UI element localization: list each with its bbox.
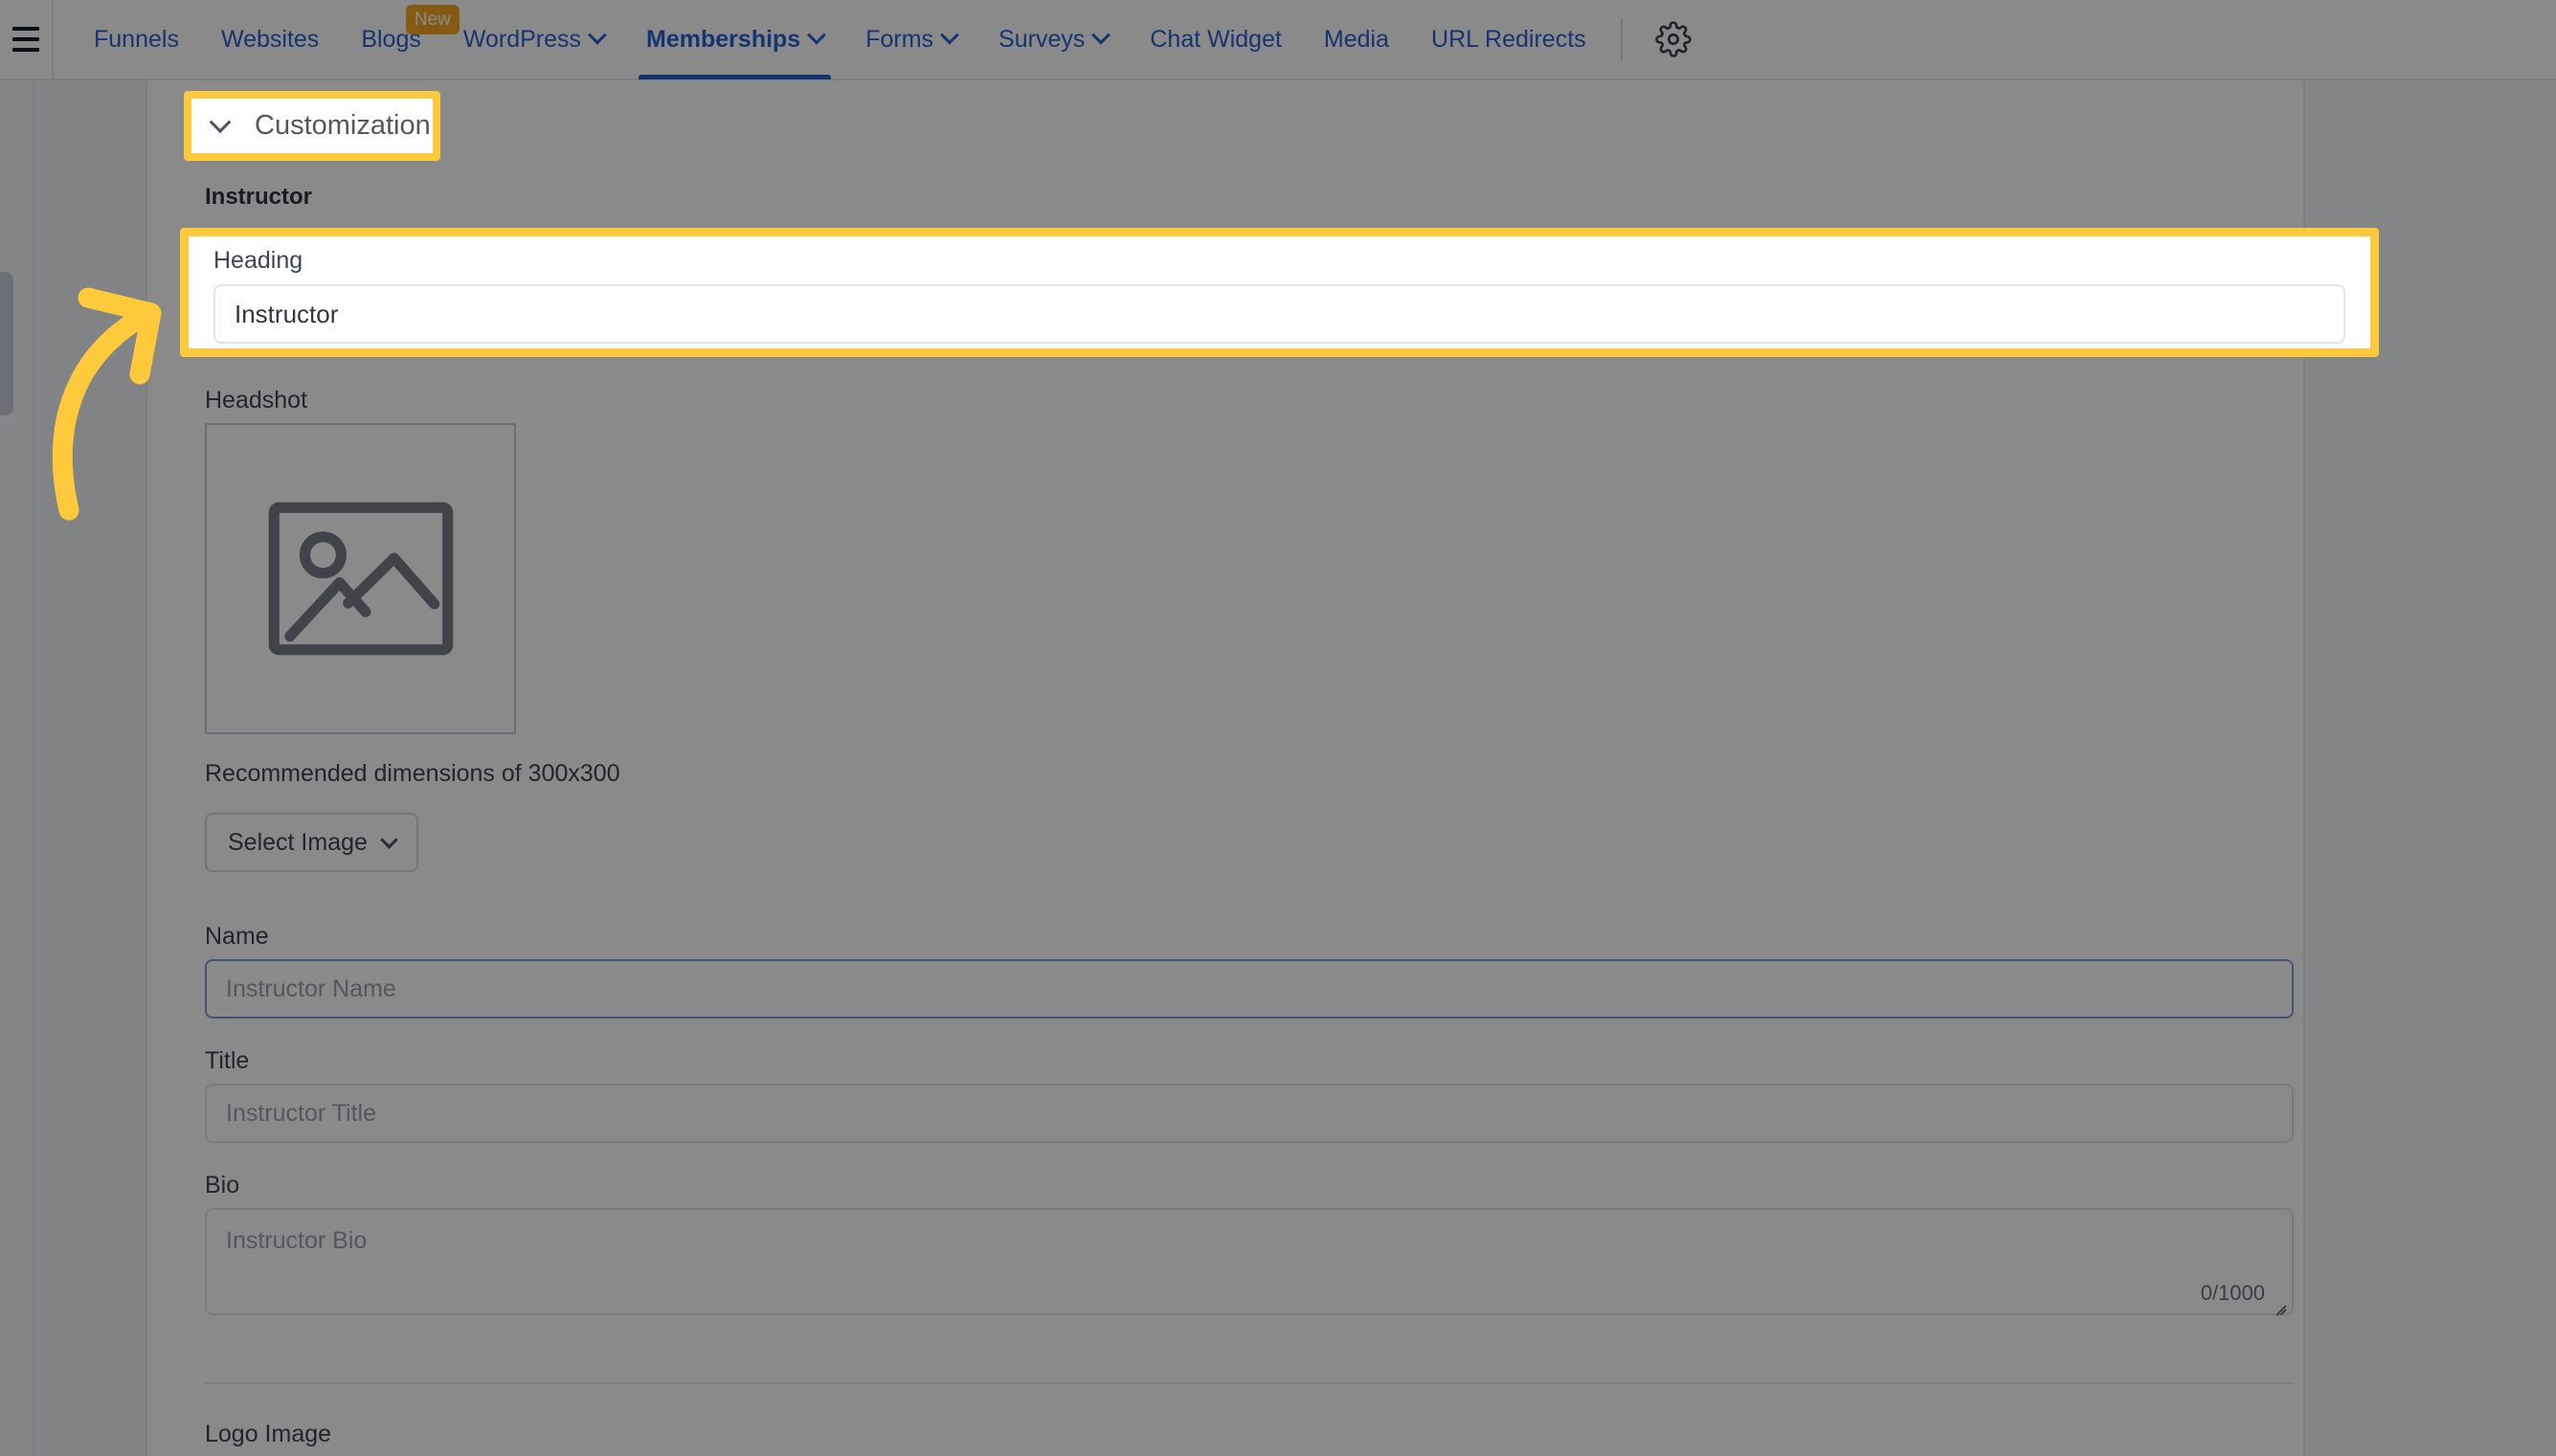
chevron-down-icon	[807, 25, 827, 45]
nav-item-chat-widget[interactable]: Chat Widget	[1129, 0, 1303, 79]
chevron-down-icon	[380, 830, 398, 849]
nav-item-label: Forms	[865, 25, 934, 53]
nav-item-label: Chat Widget	[1150, 25, 1282, 53]
select-image-label: Select Image	[228, 828, 368, 856]
name-input[interactable]: Instructor Name	[205, 959, 2294, 1019]
resize-handle-icon[interactable]	[2273, 1294, 2288, 1316]
page-title: Instructor	[205, 184, 313, 210]
nav-item-memberships[interactable]: Memberships	[625, 0, 844, 79]
nav-item-list: Funnels Websites Blogs New WordPress Mem…	[54, 0, 1701, 79]
chevron-down-icon	[1091, 25, 1111, 45]
bio-field-label: Bio	[205, 1172, 240, 1198]
customization-section-toggle-highlighted[interactable]: Customization	[191, 99, 433, 153]
nav-divider	[1620, 18, 1623, 60]
nav-item-wordpress[interactable]: WordPress	[442, 0, 625, 79]
editor-gutter	[34, 80, 147, 1456]
bio-char-counter: 0/1000	[2200, 1281, 2265, 1305]
name-field-label: Name	[205, 923, 269, 950]
nav-item-surveys[interactable]: Surveys	[977, 0, 1129, 79]
nav-item-label: URL Redirects	[1431, 25, 1586, 53]
nav-item-forms[interactable]: Forms	[844, 0, 977, 79]
headshot-label: Headshot	[205, 387, 308, 414]
nav-item-url-redirects[interactable]: URL Redirects	[1410, 0, 1607, 79]
nav-item-label: Memberships	[646, 25, 801, 53]
section-divider	[205, 1382, 2294, 1384]
nav-item-label: WordPress	[462, 25, 582, 53]
image-placeholder-icon	[268, 502, 453, 656]
title-field-label: Title	[205, 1047, 250, 1074]
chevron-down-icon	[588, 25, 607, 45]
bio-textarea[interactable]: Instructor Bio 0/1000	[205, 1208, 2294, 1316]
headshot-recommendation: Recommended dimensions of 300x300	[205, 760, 620, 787]
title-input[interactable]: Instructor Title	[205, 1084, 2294, 1143]
select-image-button[interactable]: Select Image	[205, 813, 418, 872]
bio-placeholder: Instructor Bio	[226, 1227, 368, 1254]
nav-item-label: Media	[1323, 25, 1390, 53]
hamburger-icon[interactable]	[0, 0, 54, 79]
left-rail	[0, 80, 34, 1456]
highlight-customization-button[interactable]: Customization	[184, 91, 440, 161]
hamburger-line	[12, 37, 39, 41]
logo-image-label: Logo Image	[205, 1421, 332, 1447]
nav-item-label: Surveys	[998, 25, 1086, 53]
nav-item-label: Websites	[220, 25, 320, 53]
highlight-heading-field[interactable]: Heading Instructor	[180, 228, 2379, 357]
top-navigation-bar: Funnels Websites Blogs New WordPress Mem…	[0, 0, 2556, 80]
hamburger-line	[12, 48, 39, 52]
heading-input[interactable]: Instructor	[213, 284, 2345, 344]
heading-field-label: Heading	[213, 247, 303, 274]
nav-item-label: Funnels	[94, 25, 179, 53]
headshot-upload-frame[interactable]	[205, 423, 516, 734]
chevron-down-icon	[209, 110, 232, 133]
gear-icon[interactable]	[1646, 11, 1701, 67]
nav-item-blogs[interactable]: Blogs New	[340, 0, 460, 79]
hamburger-line	[12, 27, 39, 31]
heading-field-group: Heading Instructor	[189, 236, 2370, 348]
app-window: Funnels Websites Blogs New WordPress Mem…	[0, 0, 2556, 1456]
nav-item-funnels[interactable]: Funnels	[73, 0, 200, 79]
customization-label: Customization	[255, 110, 431, 141]
nav-item-media[interactable]: Media	[1303, 0, 1410, 79]
rail-indicator	[0, 272, 13, 415]
chevron-down-icon	[940, 25, 959, 45]
nav-item-websites[interactable]: Websites	[200, 0, 340, 79]
